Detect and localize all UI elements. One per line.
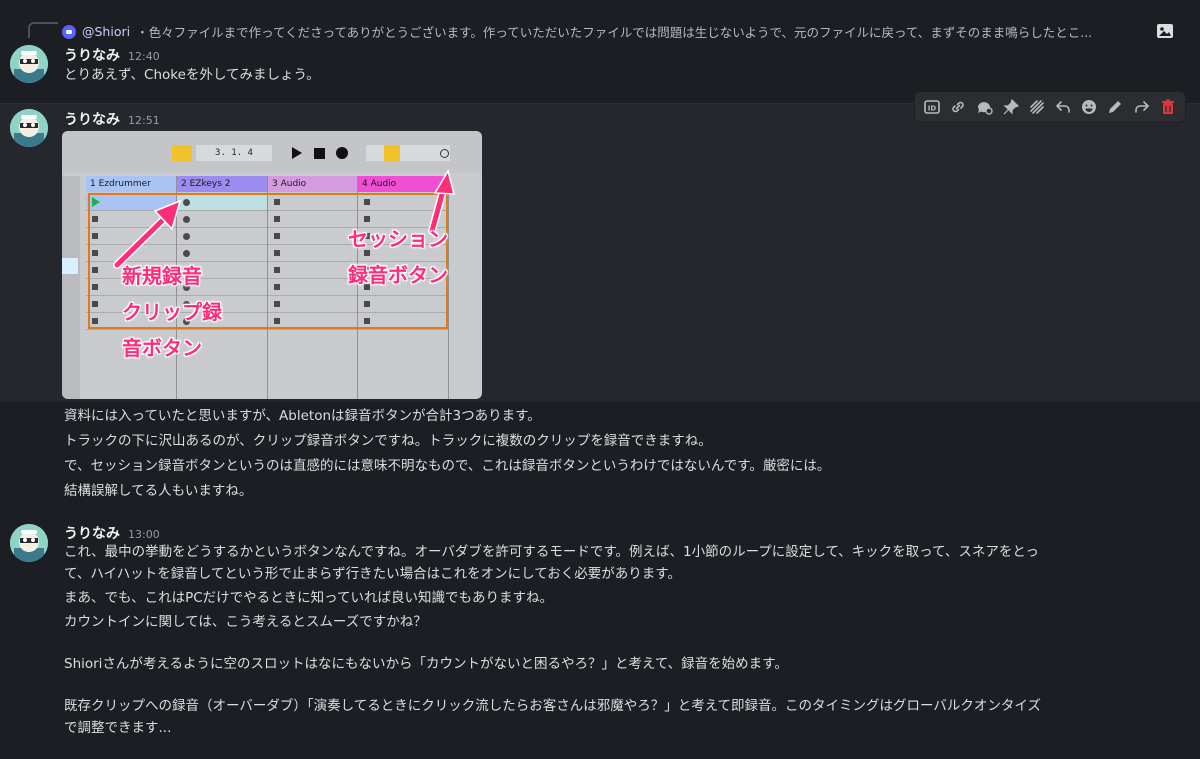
message-text: まあ、でも、これはPCだけでやるときに知っていれば良い知識でもありますね。 bbox=[64, 590, 553, 606]
message-text: Shioriさんが考えるように空のスロットはなにもないから「カウントがないと困る… bbox=[64, 656, 788, 672]
timestamp[interactable]: 12:51 bbox=[128, 114, 160, 127]
message-text: カウントインに関しては、こう考えるとスムーズですかね？ bbox=[64, 614, 427, 630]
annotation-text: 録音ボタン bbox=[348, 263, 448, 287]
message-header: うりなみ 12:40 bbox=[64, 45, 160, 65]
copy-id-icon[interactable]: ID bbox=[921, 96, 943, 118]
thread-icon[interactable] bbox=[973, 96, 995, 118]
annotation-text: 音ボタン bbox=[122, 336, 202, 360]
message-text: で、セッション録音ボタンというのは直感的には意味不明なもので、これは録音ボタンと… bbox=[64, 458, 831, 474]
annotation-text: 新規録音 bbox=[122, 264, 202, 288]
timestamp[interactable]: 12:40 bbox=[128, 50, 160, 63]
svg-text:ID: ID bbox=[928, 105, 937, 113]
edit-icon[interactable] bbox=[1104, 96, 1126, 118]
reply-icon[interactable] bbox=[1052, 96, 1074, 118]
avatar[interactable] bbox=[10, 524, 48, 562]
message-text: て、ハイハットを録音してという形で止まらず行きたい場合はこれをオンにしておく必要… bbox=[64, 566, 681, 582]
avatar[interactable] bbox=[10, 45, 48, 83]
author-name[interactable]: うりなみ bbox=[64, 109, 120, 129]
message-text: トラックの下に沢山あるのが、クリップ録音ボタンですね。トラックに複数のクリップを… bbox=[64, 433, 712, 449]
reply-connector bbox=[28, 22, 58, 38]
message-text: で調整できます... bbox=[64, 720, 172, 736]
message-text: とりあえず、Chokeを外してみましょう。 bbox=[64, 67, 320, 83]
delete-icon[interactable] bbox=[1157, 96, 1179, 118]
annotation-text: セッション bbox=[348, 227, 448, 251]
message-toolbar: ID bbox=[914, 91, 1186, 123]
discord-icon bbox=[62, 24, 76, 39]
avatar[interactable] bbox=[10, 109, 48, 147]
message-text: 既存クリップへの録音（オーバーダブ）「演奏してるときにクリック流したらお客さんは… bbox=[64, 698, 1041, 714]
timestamp[interactable]: 13:00 bbox=[128, 528, 160, 541]
image-icon[interactable] bbox=[1156, 22, 1174, 40]
reply-reference[interactable]: @Shiori ・色々ファイルまで作ってくださってありがとうございます。作ってい… bbox=[62, 22, 1092, 41]
emoji-icon[interactable] bbox=[1078, 96, 1100, 118]
message-text: 資料には入っていたと思いますが、Abletonは録音ボタンが合計3つあります。 bbox=[64, 408, 541, 424]
message-text: これ、最中の挙動をどうするかというボタンなんですね。オーバダブを許可するモードで… bbox=[64, 544, 1039, 560]
message-header: うりなみ 12:51 bbox=[64, 109, 160, 129]
author-name[interactable]: うりなみ bbox=[64, 45, 120, 65]
link-icon[interactable] bbox=[947, 96, 969, 118]
reply-preview[interactable]: ・色々ファイルまで作ってくださってありがとうございます。作っていただいたファイル… bbox=[136, 22, 1092, 41]
attached-image[interactable]: 3. 1. 4 1 Ezdrummer 2 EZkeys 2 3 Audio 4… bbox=[62, 131, 482, 399]
reply-mention[interactable]: @Shiori bbox=[82, 24, 130, 39]
message-header: うりなみ 13:00 bbox=[64, 523, 160, 543]
author-name[interactable]: うりなみ bbox=[64, 523, 120, 543]
message-text: 結構誤解してる人もいますね。 bbox=[64, 483, 253, 499]
annotation-text: クリップ録 bbox=[122, 300, 222, 324]
forward-icon[interactable] bbox=[1131, 96, 1153, 118]
pin-icon[interactable] bbox=[1000, 96, 1022, 118]
stripes-icon[interactable] bbox=[1026, 96, 1048, 118]
